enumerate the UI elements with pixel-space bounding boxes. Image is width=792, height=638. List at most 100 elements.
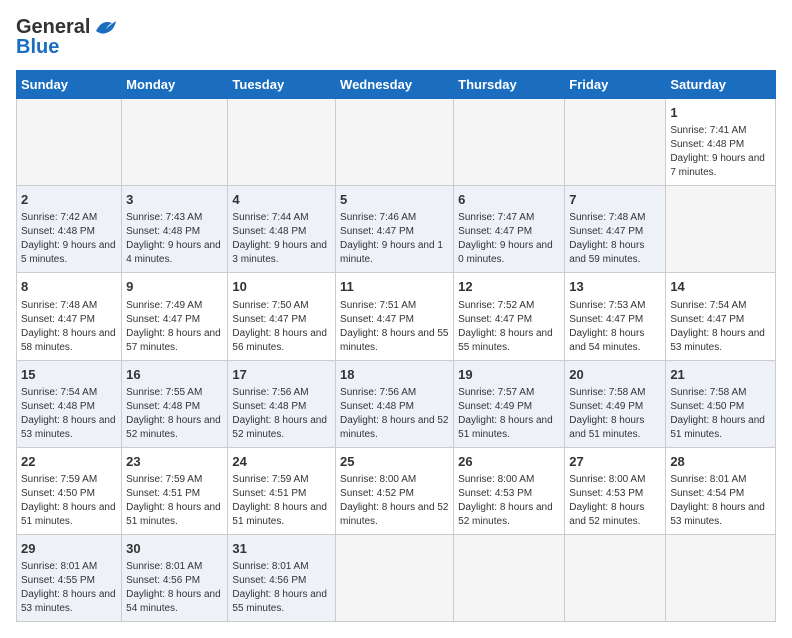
calendar-body: 1 Sunrise: 7:41 AMSunset: 4:48 PMDaylight… xyxy=(17,99,776,622)
cell-info: Sunrise: 7:53 AMSunset: 4:47 PMDaylight:… xyxy=(569,299,661,355)
day-number: 18 xyxy=(340,366,449,384)
cell-info: Sunrise: 8:00 AMSunset: 4:53 PMDaylight:… xyxy=(458,473,560,529)
day-number: 1 xyxy=(670,104,771,122)
page-header: General Blue xyxy=(16,16,776,58)
day-number: 5 xyxy=(340,191,449,209)
day-number: 24 xyxy=(232,453,331,471)
day-number: 11 xyxy=(340,278,449,296)
cell-info: Sunrise: 7:50 AMSunset: 4:47 PMDaylight:… xyxy=(232,299,331,355)
calendar-cell: 6 Sunrise: 7:47 AMSunset: 4:47 PMDaylight… xyxy=(454,186,565,273)
logo-container: General Blue xyxy=(16,16,120,58)
day-number: 21 xyxy=(670,366,771,384)
calendar-cell xyxy=(666,534,776,621)
cell-info: Sunrise: 7:56 AMSunset: 4:48 PMDaylight:… xyxy=(232,386,331,442)
calendar-cell xyxy=(565,99,666,186)
day-number: 30 xyxy=(126,540,223,558)
calendar-cell xyxy=(454,534,565,621)
logo-general-text: General xyxy=(16,16,90,38)
day-number: 17 xyxy=(232,366,331,384)
day-number: 14 xyxy=(670,278,771,296)
day-number: 12 xyxy=(458,278,560,296)
calendar-cell: 4Sunrise: 7:44 AMSunset: 4:48 PMDaylight… xyxy=(228,186,336,273)
day-number: 9 xyxy=(126,278,223,296)
day-number: 13 xyxy=(569,278,661,296)
cell-info: Sunrise: 7:42 AMSunset: 4:48 PMDaylight:… xyxy=(21,211,117,267)
header-day-saturday: Saturday xyxy=(666,71,776,99)
cell-info: Sunrise: 7:55 AMSunset: 4:48 PMDaylight:… xyxy=(126,386,223,442)
header-day-thursday: Thursday xyxy=(454,71,565,99)
calendar-cell: 13 Sunrise: 7:53 AMSunset: 4:47 PMDayligh… xyxy=(565,273,666,360)
calendar-cell xyxy=(17,99,122,186)
calendar-cell: 12 Sunrise: 7:52 AMSunset: 4:47 PMDayligh… xyxy=(454,273,565,360)
day-number: 3 xyxy=(126,191,223,209)
day-number: 26 xyxy=(458,453,560,471)
cell-info: Sunrise: 7:59 AMSunset: 4:51 PMDaylight:… xyxy=(232,473,331,529)
calendar-cell: 28Sunrise: 8:01 AMSunset: 4:54 PMDayligh… xyxy=(666,447,776,534)
day-number: 29 xyxy=(21,540,117,558)
header-day-wednesday: Wednesday xyxy=(336,71,454,99)
calendar-cell xyxy=(122,99,228,186)
logo-bird-icon xyxy=(92,17,120,37)
cell-info: Sunrise: 7:44 AMSunset: 4:48 PMDaylight:… xyxy=(232,211,331,267)
cell-info: Sunrise: 7:41 AMSunset: 4:48 PMDaylight:… xyxy=(670,124,771,180)
calendar-cell: 9Sunrise: 7:49 AMSunset: 4:47 PMDaylight… xyxy=(122,273,228,360)
logo: General Blue xyxy=(16,16,120,58)
cell-info: Sunrise: 7:52 AMSunset: 4:47 PMDaylight:… xyxy=(458,299,560,355)
calendar-cell: 24 Sunrise: 7:59 AMSunset: 4:51 PMDayligh… xyxy=(228,447,336,534)
day-number: 27 xyxy=(569,453,661,471)
calendar-cell xyxy=(336,534,454,621)
week-row-4: 15 Sunrise: 7:54 AMSunset: 4:48 PMDayligh… xyxy=(17,360,776,447)
week-row-2: 2Sunrise: 7:42 AMSunset: 4:48 PMDaylight… xyxy=(17,186,776,273)
calendar-cell: 2Sunrise: 7:42 AMSunset: 4:48 PMDaylight… xyxy=(17,186,122,273)
cell-info: Sunrise: 8:00 AMSunset: 4:52 PMDaylight:… xyxy=(340,473,449,529)
calendar-cell: 25 Sunrise: 8:00 AMSunset: 4:52 PMDayligh… xyxy=(336,447,454,534)
cell-info: Sunrise: 7:47 AMSunset: 4:47 PMDaylight:… xyxy=(458,211,560,267)
day-number: 8 xyxy=(21,278,117,296)
calendar-cell: 26 Sunrise: 8:00 AMSunset: 4:53 PMDayligh… xyxy=(454,447,565,534)
calendar-cell: 30 Sunrise: 8:01 AMSunset: 4:56 PMDayligh… xyxy=(122,534,228,621)
calendar-cell: 10 Sunrise: 7:50 AMSunset: 4:47 PMDayligh… xyxy=(228,273,336,360)
calendar-cell xyxy=(228,99,336,186)
day-number: 15 xyxy=(21,366,117,384)
calendar-cell: 22 Sunrise: 7:59 AMSunset: 4:50 PMDayligh… xyxy=(17,447,122,534)
calendar-cell: 19 Sunrise: 7:57 AMSunset: 4:49 PMDayligh… xyxy=(454,360,565,447)
header-day-monday: Monday xyxy=(122,71,228,99)
day-number: 25 xyxy=(340,453,449,471)
calendar-cell: 21Sunrise: 7:58 AMSunset: 4:50 PMDayligh… xyxy=(666,360,776,447)
calendar-cell: 1 Sunrise: 7:41 AMSunset: 4:48 PMDaylight… xyxy=(666,99,776,186)
cell-info: Sunrise: 7:57 AMSunset: 4:49 PMDaylight:… xyxy=(458,386,560,442)
calendar-cell: 3 Sunrise: 7:43 AMSunset: 4:48 PMDaylight… xyxy=(122,186,228,273)
calendar-cell: 14Sunrise: 7:54 AMSunset: 4:47 PMDayligh… xyxy=(666,273,776,360)
calendar-cell: 17 Sunrise: 7:56 AMSunset: 4:48 PMDayligh… xyxy=(228,360,336,447)
cell-info: Sunrise: 7:48 AMSunset: 4:47 PMDaylight:… xyxy=(21,299,117,355)
cell-info: Sunrise: 7:58 AMSunset: 4:49 PMDaylight:… xyxy=(569,386,661,442)
day-number: 7 xyxy=(569,191,661,209)
day-number: 19 xyxy=(458,366,560,384)
day-number: 10 xyxy=(232,278,331,296)
day-number: 23 xyxy=(126,453,223,471)
calendar-cell: 20 Sunrise: 7:58 AMSunset: 4:49 PMDayligh… xyxy=(565,360,666,447)
cell-info: Sunrise: 7:54 AMSunset: 4:48 PMDaylight:… xyxy=(21,386,117,442)
calendar-cell: 15 Sunrise: 7:54 AMSunset: 4:48 PMDayligh… xyxy=(17,360,122,447)
calendar-header: SundayMondayTuesdayWednesdayThursdayFrid… xyxy=(17,71,776,99)
calendar-cell: 23 Sunrise: 7:59 AMSunset: 4:51 PMDayligh… xyxy=(122,447,228,534)
calendar-cell: 31Sunrise: 8:01 AMSunset: 4:56 PMDayligh… xyxy=(228,534,336,621)
cell-info: Sunrise: 8:01 AMSunset: 4:55 PMDaylight:… xyxy=(21,560,117,616)
day-number: 6 xyxy=(458,191,560,209)
cell-info: Sunrise: 8:01 AMSunset: 4:56 PMDaylight:… xyxy=(126,560,223,616)
cell-info: Sunrise: 7:56 AMSunset: 4:48 PMDaylight:… xyxy=(340,386,449,442)
header-day-sunday: Sunday xyxy=(17,71,122,99)
header-day-friday: Friday xyxy=(565,71,666,99)
calendar-cell xyxy=(666,186,776,273)
calendar-table: SundayMondayTuesdayWednesdayThursdayFrid… xyxy=(16,70,776,622)
calendar-cell xyxy=(336,99,454,186)
day-number: 22 xyxy=(21,453,117,471)
cell-info: Sunrise: 7:59 AMSunset: 4:50 PMDaylight:… xyxy=(21,473,117,529)
week-row-6: 29 Sunrise: 8:01 AMSunset: 4:55 PMDayligh… xyxy=(17,534,776,621)
day-number: 20 xyxy=(569,366,661,384)
cell-info: Sunrise: 7:43 AMSunset: 4:48 PMDaylight:… xyxy=(126,211,223,267)
day-number: 16 xyxy=(126,366,223,384)
cell-info: Sunrise: 7:59 AMSunset: 4:51 PMDaylight:… xyxy=(126,473,223,529)
cell-info: Sunrise: 8:01 AMSunset: 4:56 PMDaylight:… xyxy=(232,560,331,616)
cell-info: Sunrise: 8:01 AMSunset: 4:54 PMDaylight:… xyxy=(670,473,771,529)
